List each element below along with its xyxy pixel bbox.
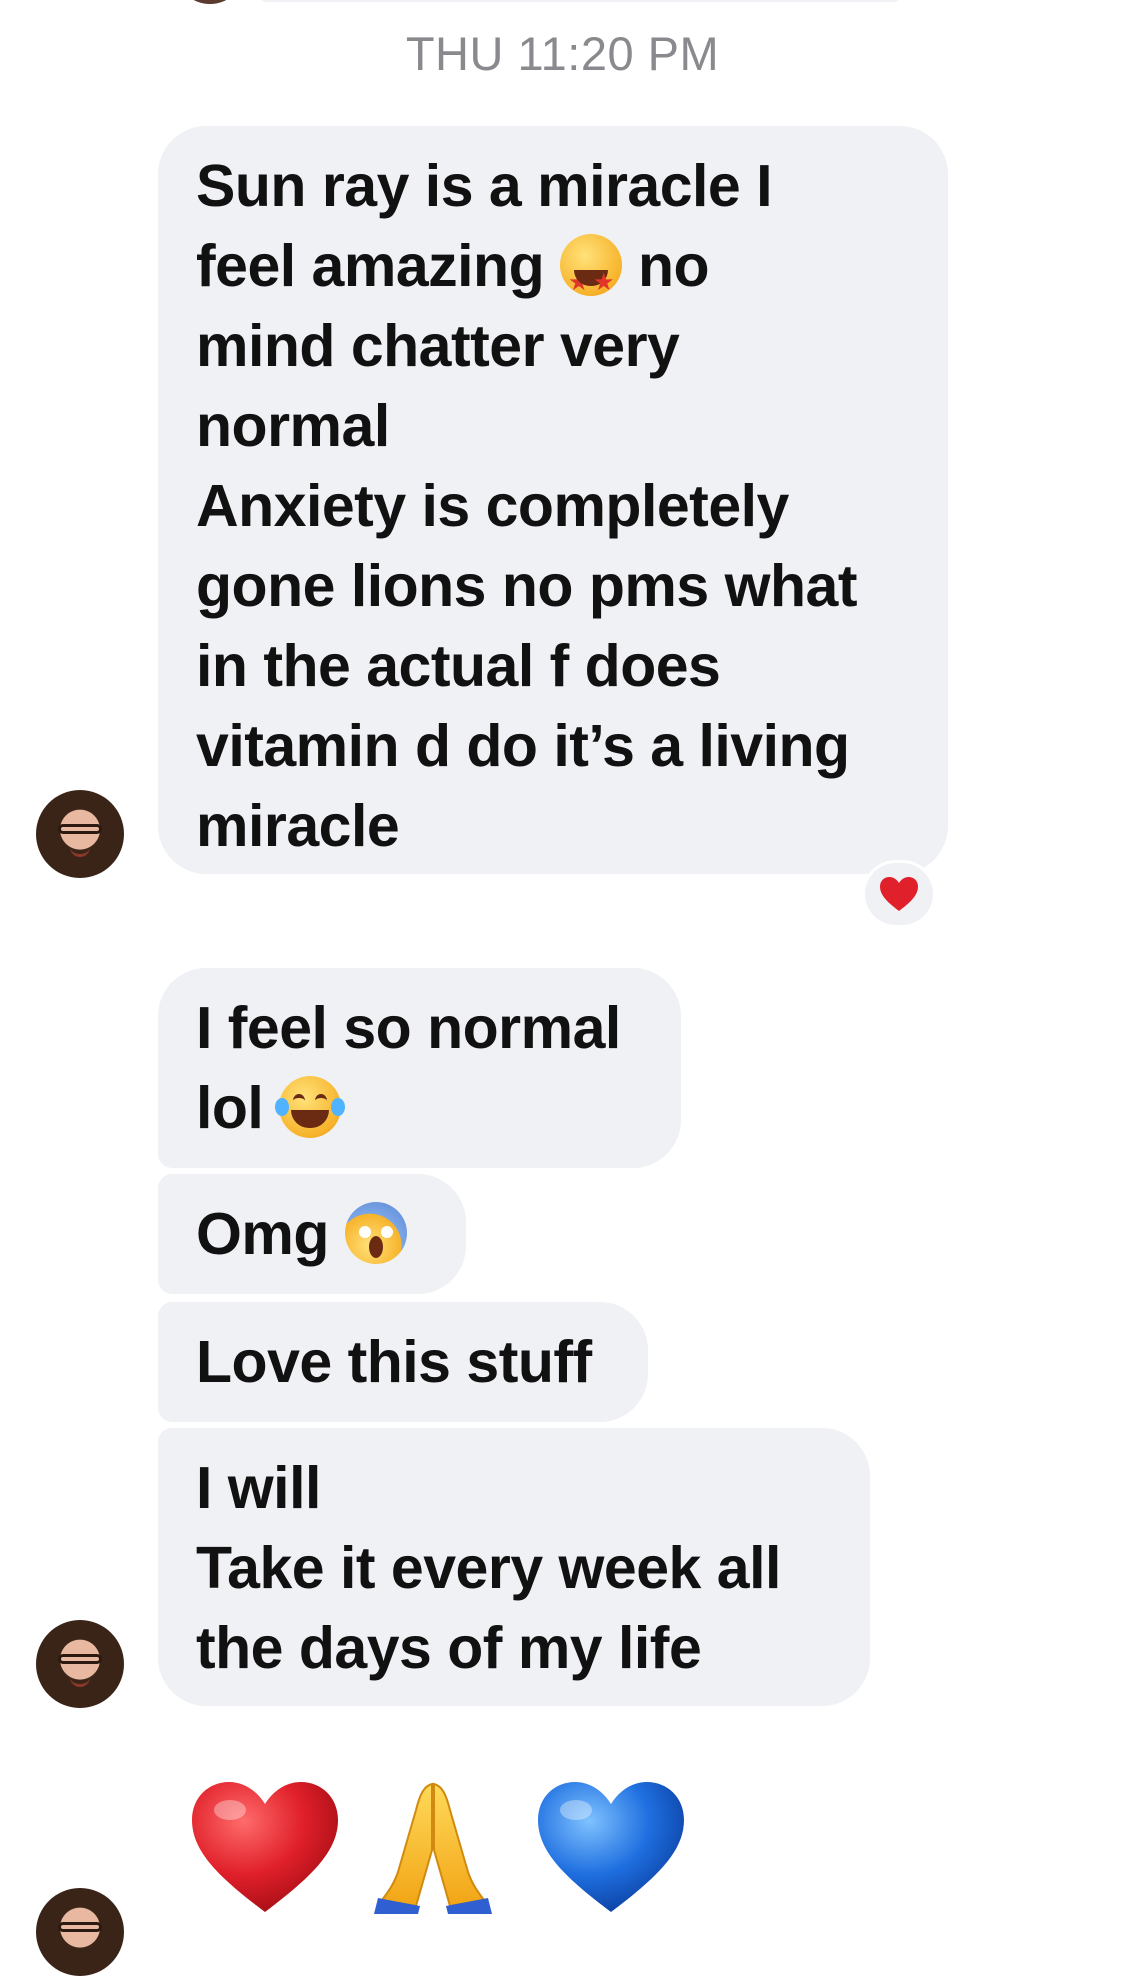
tears-of-joy-emoji bbox=[275, 1076, 346, 1138]
message-text: lol bbox=[196, 1075, 264, 1141]
message-text: Sun ray is a miracle I bbox=[196, 153, 773, 219]
message-text: Omg bbox=[196, 1201, 329, 1267]
blue-heart-emoji bbox=[538, 1782, 684, 1912]
previous-message-fragment bbox=[0, 0, 1125, 10]
large-emoji-message[interactable] bbox=[190, 1780, 750, 1980]
message-text: mind chatter very bbox=[196, 313, 680, 379]
message-text: gone lions no pms what bbox=[196, 553, 857, 619]
message-timestamp: THU 11:20 PM bbox=[405, 27, 720, 80]
message-bubble[interactable]: I will Take it every week all the days of … bbox=[158, 1428, 870, 1706]
message-text: Love this stuff bbox=[196, 1329, 592, 1395]
message-bubble[interactable]: I feel so normal lol bbox=[158, 968, 681, 1168]
previous-message-bubble bbox=[260, 0, 900, 2]
avatar-smile bbox=[70, 1676, 90, 1687]
avatar-glasses bbox=[58, 1654, 102, 1664]
message-text: in the actual f does bbox=[196, 633, 721, 699]
message-text: no bbox=[637, 233, 710, 299]
avatar-smile bbox=[70, 846, 90, 857]
sender-avatar[interactable] bbox=[36, 1620, 124, 1708]
folded-hands-emoji bbox=[374, 1782, 492, 1914]
message-text: Anxiety is completely bbox=[196, 473, 789, 539]
message-text: vitamin d do it’s a living bbox=[196, 713, 850, 779]
red-heart-icon bbox=[880, 877, 918, 911]
message-text: I will bbox=[196, 1455, 321, 1521]
avatar-glasses bbox=[58, 1922, 102, 1932]
previous-avatar bbox=[175, 0, 245, 4]
message-bubble[interactable]: Omg bbox=[158, 1174, 466, 1294]
message-text: feel amazing bbox=[196, 233, 545, 299]
star-struck-emoji bbox=[560, 234, 623, 322]
sender-avatar[interactable] bbox=[36, 790, 124, 878]
message-bubble[interactable]: Love this stuff bbox=[158, 1302, 648, 1422]
red-heart-reaction[interactable] bbox=[862, 860, 936, 928]
message-bubble[interactable]: Sun ray is a miracle I feel amazing no min… bbox=[158, 126, 948, 874]
message-text: miracle bbox=[196, 793, 400, 859]
message-text: normal bbox=[196, 393, 390, 459]
red-heart-emoji bbox=[192, 1782, 338, 1912]
avatar-glasses bbox=[58, 824, 102, 834]
message-text: I feel so normal bbox=[196, 995, 621, 1061]
message-text: Take it every week all bbox=[196, 1535, 781, 1601]
sender-avatar[interactable] bbox=[36, 1888, 124, 1976]
message-text: the days of my life bbox=[196, 1615, 702, 1681]
screaming-face-emoji bbox=[344, 1202, 407, 1264]
